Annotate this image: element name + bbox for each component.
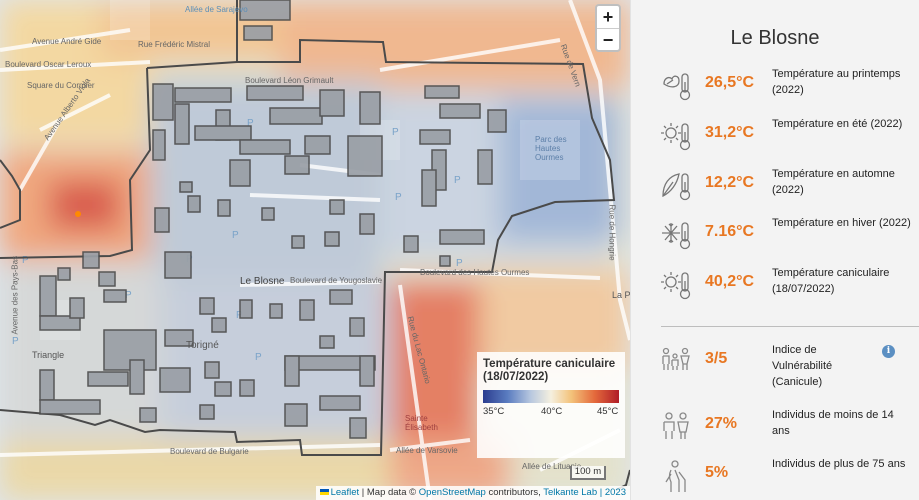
street-label: Parc des Hautes Ourmes [535,135,567,162]
map-legend: Température caniculaire (18/07/2022) 35°… [477,352,625,458]
street-label: Boulevard de Yougoslavie [290,276,383,285]
elderly-icon [665,460,686,492]
street-label: Allée de Sarajevo [185,5,248,14]
divider [661,326,919,327]
svg-text:P: P [232,230,239,241]
heatwave-thermometer-icon [661,272,691,300]
svg-text:P: P [395,192,402,203]
street-label: Boulevard Léon Grimault [245,76,334,85]
zoom-in-button[interactable]: + [597,6,619,28]
legend-max: 45°C [597,406,619,417]
legend-mid: 40°C [541,406,563,417]
stat-label: Température en hiver (2022) [772,217,911,229]
stat-label: Température caniculaire (18/07/2022) [772,267,890,295]
street-label: Avenue des Pays-Bas [10,255,20,335]
year-link[interactable]: | 2023 [600,487,626,498]
street-label: Sainte Élisabeth [405,414,438,432]
street-label: Boulevard Oscar Leroux [5,60,92,69]
street-label: Rue de Hongrie [607,204,617,261]
stat-value: 40,2°C [705,273,755,290]
stat-label: Indice de Vulnérabilité (Canicule) [772,344,833,388]
district-title: Le Blosne [730,27,820,49]
stat-label: Individus de moins de 14 ans [772,409,894,437]
scale-bar: 100 m [570,466,606,480]
stat-label: Température en été (2022) [772,118,903,130]
svg-text:P: P [454,175,461,186]
street-label: Boulevard des Hautes Ourmes [420,268,530,277]
zoom-control: + − [595,4,621,52]
map-attribution: Leaflet | Map data © OpenStreetMap contr… [315,486,630,500]
summer-thermometer-icon [661,123,691,151]
stat-label: Individus de plus de 75 ans [772,458,906,470]
street-label: Triangle [32,350,65,360]
street-label: Torigné [186,340,219,351]
stat-label: Température en automne (2022) [772,168,895,196]
legend-color-ramp [483,390,619,403]
spring-thermometer-icon [663,73,691,101]
street-label: La Poterie [612,290,630,300]
stat-value: 7.16°C [705,223,755,240]
info-panel: Le Blosne 26,5°C Température au printemp… [630,0,919,500]
telkante-link[interactable]: Telkante Lab [543,487,597,498]
street-label: Avenue André Gide [32,37,102,46]
info-icon[interactable]: i [882,345,895,358]
stat-vulnerability: 3/5 Indice de Vulnérabilité (Canicule) [631,342,919,388]
street-label: Allée de Varsovie [396,446,458,455]
stat-label: Température au printemps (2022) [772,68,901,96]
svg-text:P: P [392,127,399,138]
stat-value: 3/5 [705,350,728,367]
stat-children: 27% Individus de moins de 14 ans [631,407,919,447]
street-label: Rue Frédéric Mistral [138,40,211,49]
svg-text:P: P [12,336,19,347]
stat-elderly: 5% Individus de plus de 75 ans [631,456,919,496]
zoom-out-button[interactable]: − [597,28,619,50]
stat-value: 27% [705,415,738,432]
heat-map[interactable]: PPP PPP PPP PPP [0,0,630,500]
stat-heatwave: 40,2°C Température caniculaire (18/07/20… [631,265,919,305]
attribution-text: contributors, [488,487,541,498]
stat-spring: 26,5°C Température au printemps (2022) [631,66,919,106]
stat-autumn: 12,2°C Température en automne (2022) [631,166,919,206]
stat-value: 26,5°C [705,74,755,91]
osm-link[interactable]: OpenStreetMap [419,487,486,498]
legend-title: Température caniculaire (18/07/2022) [483,358,616,383]
stat-summer: 31,2°C Température en été (2022) [631,116,919,156]
stat-value: 31,2°C [705,124,755,141]
winter-thermometer-icon [662,222,691,250]
family-icon [662,347,690,370]
leaflet-link[interactable]: Leaflet [331,487,360,498]
street-label: Boulevard de Bulgarie [170,447,249,456]
children-icon [663,412,689,439]
legend-min: 35°C [483,406,505,417]
stat-value: 5% [705,464,729,481]
street-label: Le Blosne [240,276,285,287]
svg-text:P: P [255,352,262,363]
stat-winter: 7.16°C Température en hiver (2022) [631,215,919,255]
stat-value: 12,2°C [705,174,755,191]
app: PPP PPP PPP PPP [0,0,919,500]
autumn-thermometer-icon [662,173,691,201]
attribution-text: | Map data © [361,487,417,498]
ukraine-flag-icon [319,489,329,495]
